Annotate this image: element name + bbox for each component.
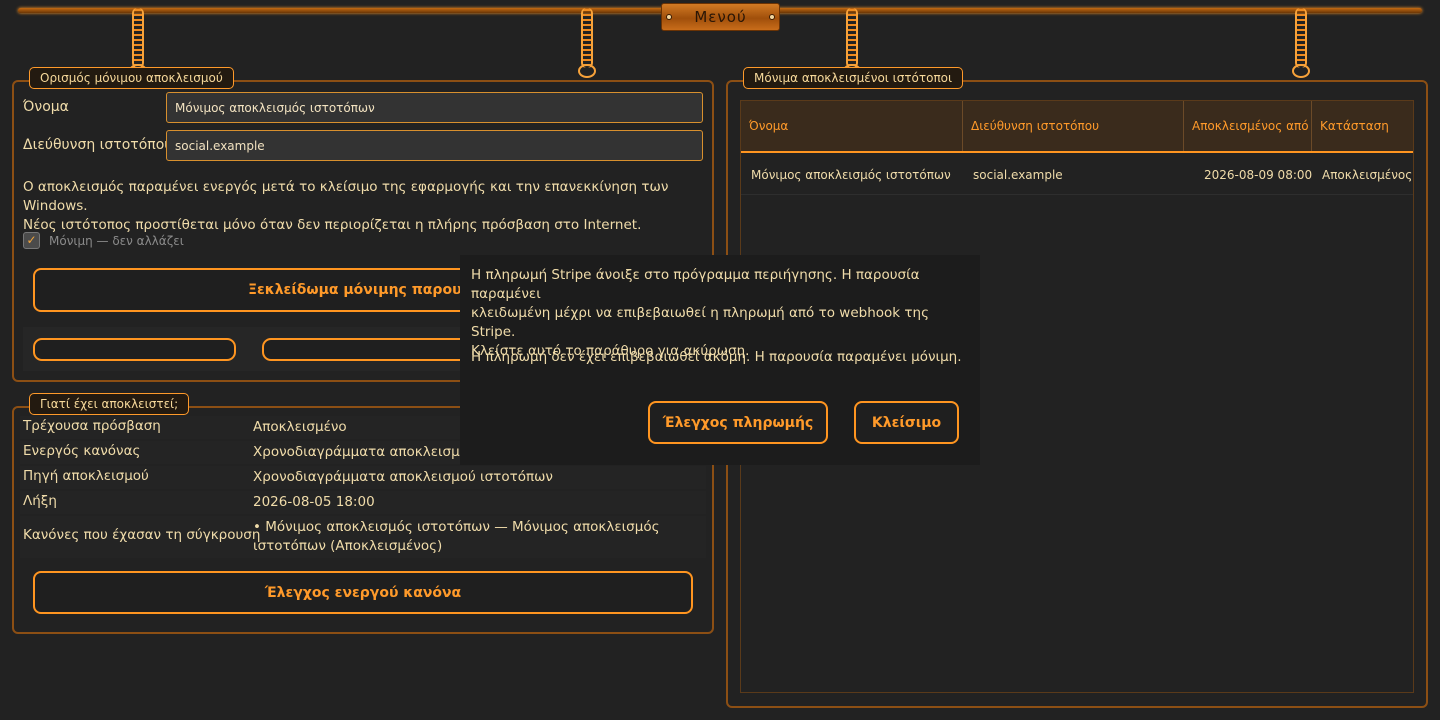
- rule-description-line-2: Νέος ιστότοπος προστίθεται μόνο όταν δεν…: [23, 217, 642, 233]
- unlock-button-label: Ξεκλείδωμα μόνιμης παρουσί: [248, 282, 478, 298]
- info-key: Πηγή αποκλεισμού: [23, 468, 149, 484]
- chain-decoration-4: [1295, 8, 1307, 68]
- blocked-panel-title: Μόνιμα αποκλεισμένοι ιστότοποι: [743, 67, 964, 89]
- payment-message: Η πληρωμή Stripe άνοιξε στο πρόγραμμα πε…: [471, 266, 976, 361]
- info-value: 2026-08-05 18:00: [253, 494, 375, 510]
- name-label: Όνομα: [23, 99, 69, 115]
- chain-decoration-3: [846, 8, 858, 68]
- permanent-checkbox[interactable]: ✓: [23, 232, 40, 249]
- column-header-status[interactable]: Κατάσταση: [1312, 101, 1413, 151]
- secondary-button-2[interactable]: [262, 338, 472, 361]
- menu-button[interactable]: Μενού: [661, 3, 780, 31]
- name-input[interactable]: [166, 92, 703, 123]
- check-payment-button[interactable]: Έλεγχος πληρωμής: [648, 401, 828, 444]
- permanent-checkbox-label: Μόνιμη — δεν αλλάζει: [49, 234, 184, 248]
- table-header: Όνομα Διεύθυνση ιστοτόπου Αποκλεισμένος …: [741, 101, 1413, 153]
- site-address-label: Διεύθυνση ιστοτόπου: [23, 137, 173, 153]
- info-key: Ενεργός κανόνας: [23, 443, 141, 459]
- rule-panel-title: Ορισμός μόνιμου αποκλεισμού: [29, 67, 234, 89]
- info-key: Λήξη: [23, 493, 57, 509]
- info-row-expiry: Λήξη 2026-08-05 18:00: [20, 491, 706, 514]
- check-active-rule-button[interactable]: Έλεγχος ενεργού κανόνα: [33, 571, 693, 614]
- column-header-blocked-from[interactable]: Αποκλεισμένος από: [1184, 101, 1312, 151]
- close-dialog-button[interactable]: Κλείσιμο: [854, 401, 959, 444]
- info-row-block-source: Πηγή αποκλεισμού Χρονοδιαγράμματα αποκλε…: [20, 466, 706, 489]
- cell-blocked-from: 2026-08-09 08:00: [1204, 167, 1313, 182]
- info-value: Αποκλεισμένο: [253, 419, 347, 435]
- cell-name: Μόνιμος αποκλεισμός ιστοτόπων: [751, 167, 951, 182]
- secondary-button-1[interactable]: [33, 338, 236, 361]
- payment-message-line-2: κλειδωμένη μέχρι να επιβεβαιωθεί η πληρω…: [471, 305, 929, 340]
- info-value: Χρονοδιαγράμματα αποκλεισμού: [253, 444, 476, 460]
- column-header-name[interactable]: Όνομα: [741, 101, 963, 151]
- close-dialog-label: Κλείσιμο: [871, 414, 942, 431]
- check-payment-label: Έλεγχος πληρωμής: [662, 414, 814, 431]
- check-active-rule-label: Έλεγχος ενεργού κανόνα: [264, 584, 462, 601]
- chain-ring-4: [1292, 64, 1310, 78]
- cell-status: Αποκλεισμένος: [1322, 167, 1413, 182]
- menu-label: Μενού: [694, 8, 747, 26]
- info-value: • Μόνιμος αποκλεισμός ιστοτόπων — Μόνιμο…: [253, 518, 660, 556]
- rule-description-line-1: Ο αποκλεισμός παραμένει ενεργός μετά το …: [23, 179, 669, 214]
- table-row[interactable]: Μόνιμος αποκλεισμός ιστοτόπων social.exa…: [741, 154, 1413, 195]
- payment-message-line-1: Η πληρωμή Stripe άνοιξε στο πρόγραμμα πε…: [471, 267, 920, 302]
- info-key: Κανόνες που έχασαν τη σύγκρουση: [23, 527, 261, 543]
- chain-ring-2: [578, 64, 596, 78]
- nail-icon: [666, 14, 672, 20]
- info-value: Χρονοδιαγράμματα αποκλεισμού ιστοτόπων: [253, 469, 553, 485]
- rule-description: Ο αποκλεισμός παραμένει ενεργός μετά το …: [23, 178, 709, 235]
- checkmark-icon: ✓: [26, 233, 37, 247]
- payment-status: Η πληρωμή δεν έχει επιβεβαιωθεί ακόμη. Η…: [471, 349, 962, 365]
- column-header-site[interactable]: Διεύθυνση ιστοτόπου: [963, 101, 1184, 151]
- chain-decoration-2: [581, 8, 593, 68]
- cell-site: social.example: [973, 167, 1063, 182]
- why-panel-title: Γιατί έχει αποκλειστεί;: [29, 393, 190, 415]
- site-address-input[interactable]: [166, 130, 703, 161]
- payment-dialog: Η πληρωμή Stripe άνοιξε στο πρόγραμμα πε…: [460, 255, 980, 465]
- nail-icon: [769, 14, 775, 20]
- lost-rule-line-1: • Μόνιμος αποκλεισμός ιστοτόπων — Μόνιμο…: [253, 519, 660, 535]
- info-row-lost-rules: Κανόνες που έχασαν τη σύγκρουση • Μόνιμο…: [20, 516, 706, 558]
- lost-rule-line-2: ιστοτόπων (Αποκλεισμένος): [253, 538, 443, 554]
- info-key: Τρέχουσα πρόσβαση: [23, 418, 161, 434]
- chain-decoration-1: [132, 8, 144, 68]
